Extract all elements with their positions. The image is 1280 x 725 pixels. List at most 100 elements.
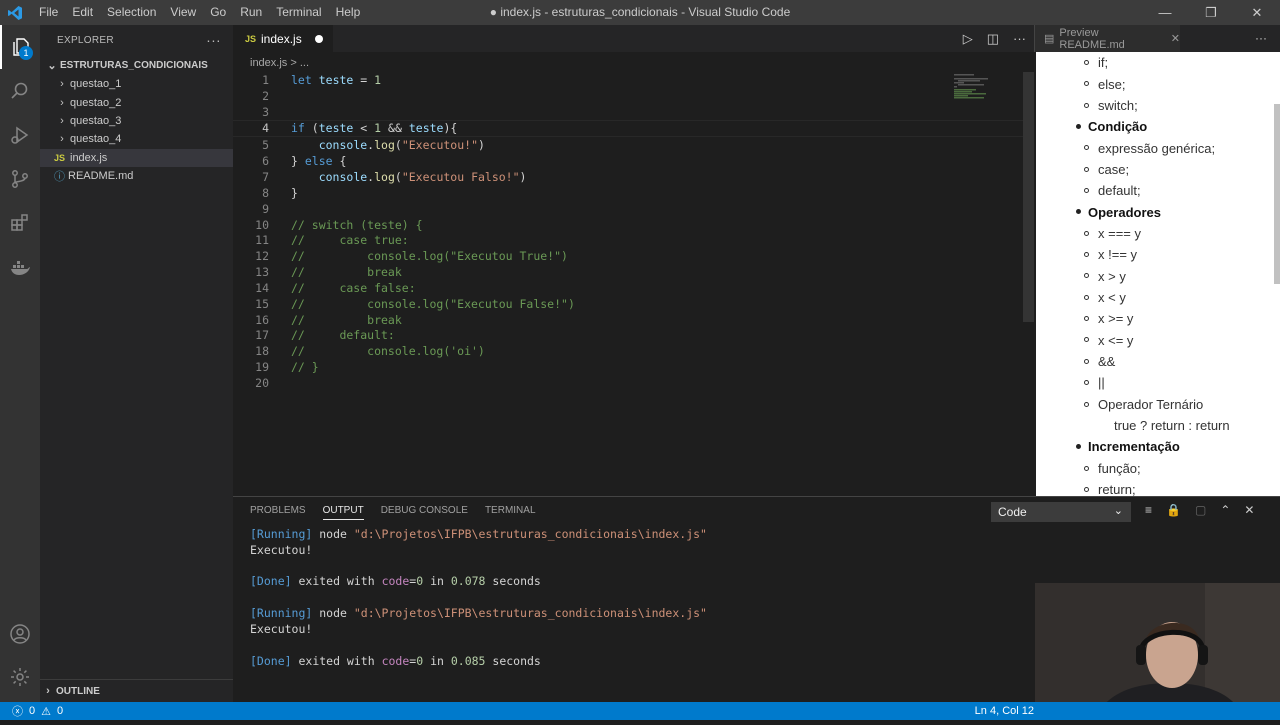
code-line[interactable]: 11 // case true:	[233, 232, 1023, 248]
docker-icon[interactable]	[0, 245, 40, 289]
unsaved-dot-icon[interactable]	[315, 35, 323, 43]
output-channel-select[interactable]: Code ⌄	[991, 502, 1131, 522]
chevron-right-icon: ›	[60, 96, 64, 109]
chevron-right-icon: ›	[60, 114, 64, 127]
account-icon[interactable]	[0, 612, 40, 656]
tab-debug-console[interactable]: DEBUG CONSOLE	[381, 505, 468, 520]
tab-terminal[interactable]: TERMINAL	[485, 505, 536, 520]
close-icon[interactable]: ✕	[1171, 32, 1180, 45]
code-line[interactable]: 15 // console.log("Executou False!")	[233, 296, 1023, 312]
code-line[interactable]: 12 // console.log("Executou True!")	[233, 248, 1023, 264]
preview-list-item: x === y	[1036, 223, 1280, 244]
output-token: Executou!	[250, 621, 313, 636]
code-line[interactable]: 6} else {	[233, 153, 1023, 169]
search-icon[interactable]	[0, 69, 40, 113]
maximize-icon[interactable]: ❐	[1188, 0, 1234, 25]
tree-item-index-js[interactable]: JS index.js	[40, 148, 233, 167]
line-number: 13	[255, 265, 269, 280]
output-token: [Done]	[250, 574, 292, 589]
tab-problems[interactable]: PROBLEMS	[250, 505, 306, 520]
menu-go[interactable]: Go	[203, 0, 233, 25]
code-line[interactable]: 3	[233, 104, 1023, 120]
menu-terminal[interactable]: Terminal	[269, 0, 328, 25]
close-icon[interactable]: ✕	[1234, 0, 1280, 25]
code-line[interactable]: 19 // }	[233, 359, 1023, 375]
outline-section[interactable]: › OUTLINE	[40, 679, 233, 702]
menu-run[interactable]: Run	[233, 0, 269, 25]
menu-edit[interactable]: Edit	[65, 0, 100, 25]
line-number: 20	[255, 375, 269, 390]
code-line[interactable]: 8}	[233, 185, 1023, 201]
problems-status[interactable]: ⓧ 0 ⚠ 0	[12, 703, 63, 719]
tree-item-label: README.md	[68, 170, 134, 183]
code-line[interactable]: 14 // case false:	[233, 280, 1023, 296]
menu-file[interactable]: File	[32, 0, 65, 25]
code-text: }	[291, 185, 298, 200]
split-editor-icon[interactable]: ◫	[987, 31, 999, 47]
menu-help[interactable]: Help	[329, 0, 368, 25]
tab-output[interactable]: OUTPUT	[322, 505, 364, 520]
tree-item-questao-1[interactable]: › questao_1	[40, 75, 233, 93]
preview-scrollbar[interactable]	[1274, 104, 1280, 284]
maximize-panel-icon[interactable]: ⌃	[1220, 503, 1230, 517]
menu-view[interactable]: View	[163, 0, 203, 25]
code-line[interactable]: 18 // console.log('oi')	[233, 343, 1023, 359]
source-control-icon[interactable]	[0, 157, 40, 201]
output-token: =	[409, 653, 417, 668]
code-line[interactable]: 13 // break	[233, 264, 1023, 280]
settings-gear-icon[interactable]	[0, 655, 40, 699]
close-panel-icon[interactable]: ✕	[1244, 503, 1254, 517]
output-log: [Running] node "d:\Projetos\IFPB\estrutu…	[250, 526, 707, 669]
clear-output-icon[interactable]: ≡	[1145, 503, 1152, 517]
line-number: 12	[255, 249, 269, 264]
run-code-icon[interactable]: ▷	[963, 31, 973, 47]
code-line[interactable]: 1 let teste = 1	[233, 72, 1023, 88]
line-number: 17	[255, 328, 269, 343]
workspace-folder[interactable]: ⌄ ESTRUTURAS_CONDICIONAIS	[40, 55, 233, 75]
code-text: // console.log("Executou True!")	[291, 249, 568, 264]
lock-icon[interactable]: 🔒	[1166, 503, 1181, 517]
tree-item-label: questao_2	[70, 96, 122, 109]
code-line[interactable]: 9	[233, 201, 1023, 217]
preview-icon: ▤	[1044, 33, 1055, 45]
preview-list-item: else;	[1036, 73, 1280, 94]
menu-selection[interactable]: Selection	[100, 0, 163, 25]
open-log-icon[interactable]: ▢	[1195, 503, 1206, 517]
preview-list-item: Operador Ternário	[1036, 394, 1280, 415]
run-debug-icon[interactable]	[0, 113, 40, 157]
tree-item-questao-3[interactable]: › questao_3	[40, 112, 233, 130]
tab-index-js[interactable]: JS index.js	[233, 25, 333, 52]
more-actions-icon[interactable]: ···	[1255, 31, 1267, 45]
output-token: exited with	[291, 574, 382, 589]
breadcrumb[interactable]: index.js > ...	[233, 54, 309, 72]
code-line[interactable]: 4 if (teste < 1 && teste){	[233, 119, 1023, 138]
editor-scrollbar[interactable]	[1023, 72, 1034, 322]
tree-item-questao-4[interactable]: › questao_4	[40, 130, 233, 148]
tab-preview-readme[interactable]: ▤ Preview README.md ✕	[1035, 25, 1180, 52]
more-actions-icon[interactable]: ···	[206, 32, 221, 48]
cursor-position[interactable]: Ln 4, Col 12	[975, 705, 1034, 717]
code-line[interactable]: 20	[233, 375, 1023, 391]
more-actions-icon[interactable]: ···	[1013, 31, 1026, 46]
line-number: 6	[262, 154, 269, 169]
code-line[interactable]: 16 // break	[233, 312, 1023, 328]
code-line[interactable]: 10 // switch (teste) {	[233, 217, 1023, 233]
tree-item-label: index.js	[70, 151, 108, 164]
chevron-right-icon: ›	[46, 685, 50, 697]
output-token: Executou!	[250, 542, 313, 557]
code-editor[interactable]: 1 let teste = 1 2 3 4 if (teste < 1 && teste)…	[233, 72, 1023, 495]
extensions-icon[interactable]	[0, 201, 40, 245]
minimize-icon[interactable]: —	[1142, 0, 1188, 25]
preview-list-item: x < y	[1036, 287, 1280, 308]
code-line[interactable]: 7 console.log("Executou Falso!")	[233, 169, 1023, 185]
minimap[interactable]	[952, 72, 1022, 102]
code-line[interactable]: 5 console.log("Executou!")	[233, 137, 1023, 153]
tree-item-questao-2[interactable]: › questao_2	[40, 93, 233, 111]
output-line: Executou!	[250, 542, 707, 558]
code-line[interactable]: 17 // default:	[233, 328, 1023, 344]
code-line[interactable]: 2	[233, 88, 1023, 104]
tree-item-readme-md[interactable]: ⓘ README.md	[40, 167, 233, 185]
files-icon[interactable]: 1	[0, 25, 40, 69]
explorer-header: EXPLORER ···	[40, 25, 233, 55]
